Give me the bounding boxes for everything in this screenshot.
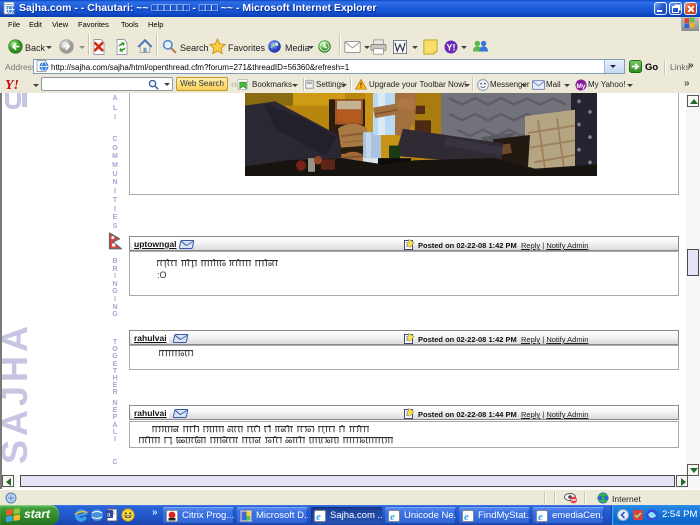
svg-text:My: My bbox=[577, 83, 586, 90]
svg-text:e: e bbox=[316, 511, 321, 522]
svg-text:Y!: Y! bbox=[5, 78, 19, 91]
svg-text:Y!: Y! bbox=[447, 43, 456, 53]
svg-text:e: e bbox=[538, 511, 543, 522]
svg-text:e: e bbox=[464, 511, 469, 522]
svg-text:e: e bbox=[390, 511, 395, 522]
